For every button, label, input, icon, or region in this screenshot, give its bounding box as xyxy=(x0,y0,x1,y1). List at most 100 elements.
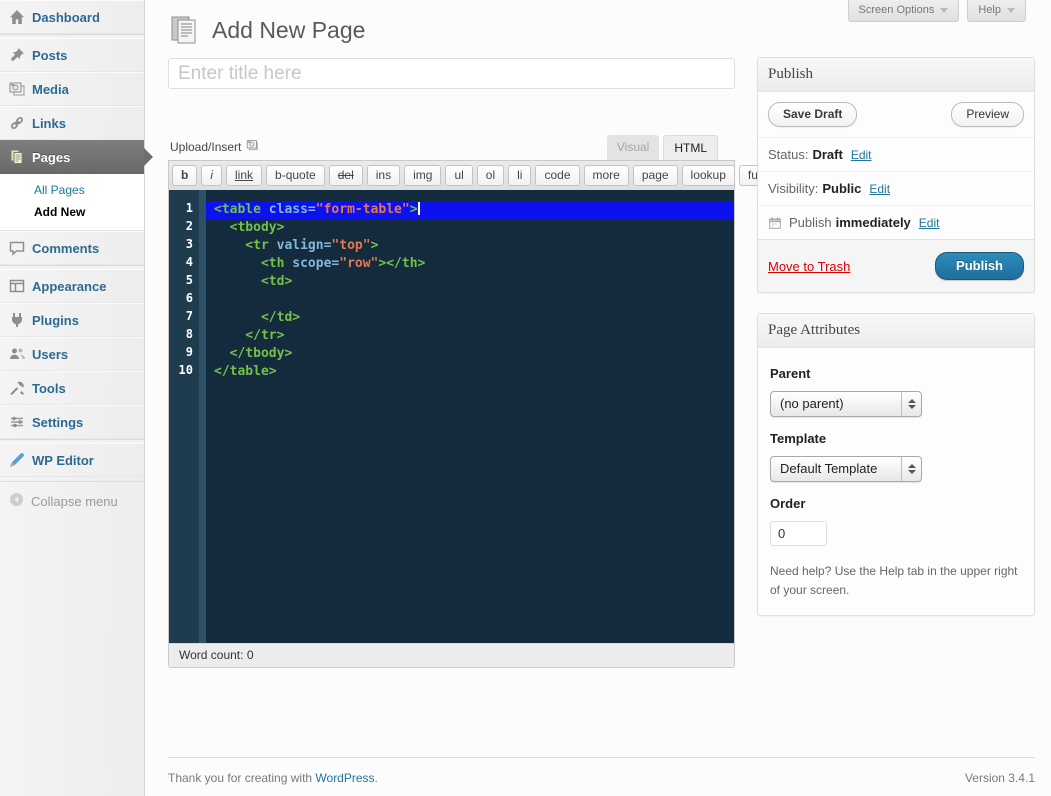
order-input[interactable] xyxy=(770,521,827,546)
camera-icon xyxy=(9,81,25,97)
sidebar-item-label: Tools xyxy=(32,381,66,396)
page-attributes-title[interactable]: Page Attributes xyxy=(758,314,1034,348)
line-number: 1 xyxy=(169,201,199,219)
text-caret xyxy=(418,202,420,215)
sidebar-item-label: Pages xyxy=(32,150,70,165)
tab-visual[interactable]: Visual xyxy=(607,135,659,160)
line-number-gutter: 12345678910 xyxy=(169,190,199,643)
wordpress-link[interactable]: WordPress xyxy=(315,771,374,785)
sidebar-item-dashboard[interactable]: Dashboard xyxy=(0,0,144,34)
quicktag-img-button[interactable]: img xyxy=(404,165,441,186)
pin-icon xyxy=(9,47,25,63)
code-line-8: </tr> xyxy=(206,327,734,345)
sidebar-item-label: Posts xyxy=(32,48,67,63)
sidebar-item-settings[interactable]: Settings xyxy=(0,405,144,439)
quicktag-li-button[interactable]: li xyxy=(508,165,531,186)
sidebar-item-tools[interactable]: Tools xyxy=(0,371,144,405)
page-header: Add New Page xyxy=(168,14,365,46)
submenu-item-all-pages[interactable]: All Pages xyxy=(0,179,144,201)
admin-footer: Thank you for creating with WordPress. V… xyxy=(168,757,1035,785)
quicktag-ins-button[interactable]: ins xyxy=(367,165,400,186)
calendar-icon xyxy=(768,216,782,230)
word-count-label: Word count: xyxy=(179,648,243,662)
sidebar-item-label: Appearance xyxy=(32,279,106,294)
code-line-3: <tr valign="top"> xyxy=(206,237,734,255)
quicktag-page-button[interactable]: page xyxy=(633,165,678,186)
status-value: Draft xyxy=(812,147,842,162)
line-number: 2 xyxy=(169,219,199,237)
screen-options-button[interactable]: Screen Options xyxy=(848,0,960,22)
select-stepper-icon xyxy=(901,392,921,416)
collapse-menu-button[interactable]: Collapse menu xyxy=(0,481,144,518)
sidebar-item-wp-editor[interactable]: WP Editor xyxy=(0,443,144,477)
upload-insert-label: Upload/Insert xyxy=(170,140,241,154)
sidebar-item-posts[interactable]: Posts xyxy=(0,38,144,72)
preview-button[interactable]: Preview xyxy=(951,102,1024,127)
plug-icon xyxy=(9,312,25,328)
help-label: Help xyxy=(978,4,1001,16)
sidebar-item-users[interactable]: Users xyxy=(0,337,144,371)
quicktag-lookup-button[interactable]: lookup xyxy=(682,165,735,186)
pencil-icon xyxy=(9,452,25,468)
main-content: Screen Options Help Add New Page xyxy=(145,0,1051,796)
quicktag-code-button[interactable]: code xyxy=(535,165,579,186)
select-stepper-icon xyxy=(901,457,921,481)
template-select[interactable]: Default Template xyxy=(770,456,922,482)
code-line-7: </td> xyxy=(206,309,734,327)
sidebar-item-appearance[interactable]: Appearance xyxy=(0,269,144,303)
quicktag-link-button[interactable]: link xyxy=(226,165,262,186)
submenu-item-add-new[interactable]: Add New xyxy=(0,201,144,223)
schedule-value: immediately xyxy=(836,215,911,230)
admin-sidebar: Dashboard Posts MediaLinks Pages All PagesAd… xyxy=(0,0,145,796)
sidebar-item-comments[interactable]: Comments xyxy=(0,231,144,265)
publish-box-title[interactable]: Publish xyxy=(758,58,1034,92)
quicktags-toolbar: bilinkb-quotedelinsimgulollicodemorepage… xyxy=(169,161,734,190)
sidebar-item-label: Comments xyxy=(32,241,99,256)
title-input[interactable] xyxy=(168,58,735,89)
code-line-6 xyxy=(206,291,734,309)
sidebar-item-plugins[interactable]: Plugins xyxy=(0,303,144,337)
line-number: 8 xyxy=(169,327,199,345)
add-media-icon[interactable] xyxy=(246,139,261,155)
quicktag-i-button[interactable]: i xyxy=(201,165,222,186)
quicktag-ul-button[interactable]: ul xyxy=(445,165,472,186)
collapse-arrow-icon xyxy=(9,492,24,510)
edit-schedule-link[interactable]: Edit xyxy=(919,216,940,230)
pages-icon xyxy=(9,149,25,165)
quicktag-more-button[interactable]: more xyxy=(584,165,629,186)
code-text-area[interactable]: <table class="form-table"> <tbody> <tr v… xyxy=(206,190,734,643)
tools-icon xyxy=(9,380,25,396)
visibility-row: Visibility: Public Edit xyxy=(758,171,1034,205)
chevron-down-icon xyxy=(940,8,948,13)
quicktag-ol-button[interactable]: ol xyxy=(477,165,504,186)
line-number: 10 xyxy=(169,363,199,381)
quicktag-b-quote-button[interactable]: b-quote xyxy=(266,165,325,186)
edit-visibility-link[interactable]: Edit xyxy=(869,182,890,196)
editor-mode-tabs: Visual HTML xyxy=(607,135,718,160)
sidebar-item-links[interactable]: Links xyxy=(0,106,144,140)
tab-html[interactable]: HTML xyxy=(663,135,718,160)
publish-major-actions: Move to Trash Publish xyxy=(758,239,1034,292)
code-editor[interactable]: 12345678910 <table class="form-table"> <… xyxy=(169,190,734,643)
status-label: Status: xyxy=(768,147,808,162)
edit-status-link[interactable]: Edit xyxy=(851,148,872,162)
quicktag-del-button[interactable]: del xyxy=(329,165,363,186)
line-number: 4 xyxy=(169,255,199,273)
help-button[interactable]: Help xyxy=(967,0,1026,22)
parent-select[interactable]: (no parent) xyxy=(770,391,922,417)
sidebar-column: Publish Save Draft Preview Status: Draft… xyxy=(757,57,1035,636)
save-draft-button[interactable]: Save Draft xyxy=(768,102,857,127)
sidebar-item-media[interactable]: Media xyxy=(0,72,144,106)
footer-version: Version 3.4.1 xyxy=(965,771,1035,785)
move-to-trash-link[interactable]: Move to Trash xyxy=(768,259,850,274)
home-icon xyxy=(9,9,25,25)
wordpress-admin-page: DashboardPostsMediaLinksPagesAll PagesAd… xyxy=(0,0,1051,796)
code-line-5: <td> xyxy=(206,273,734,291)
gutter-divider xyxy=(199,190,206,643)
quicktag-b-button[interactable]: b xyxy=(172,165,197,186)
publish-minor-actions: Save Draft Preview xyxy=(758,92,1034,137)
publish-button[interactable]: Publish xyxy=(935,252,1024,280)
code-line-1: <table class="form-table"> xyxy=(206,201,734,219)
line-number: 7 xyxy=(169,309,199,327)
sidebar-item-pages[interactable]: Pages xyxy=(0,140,144,174)
